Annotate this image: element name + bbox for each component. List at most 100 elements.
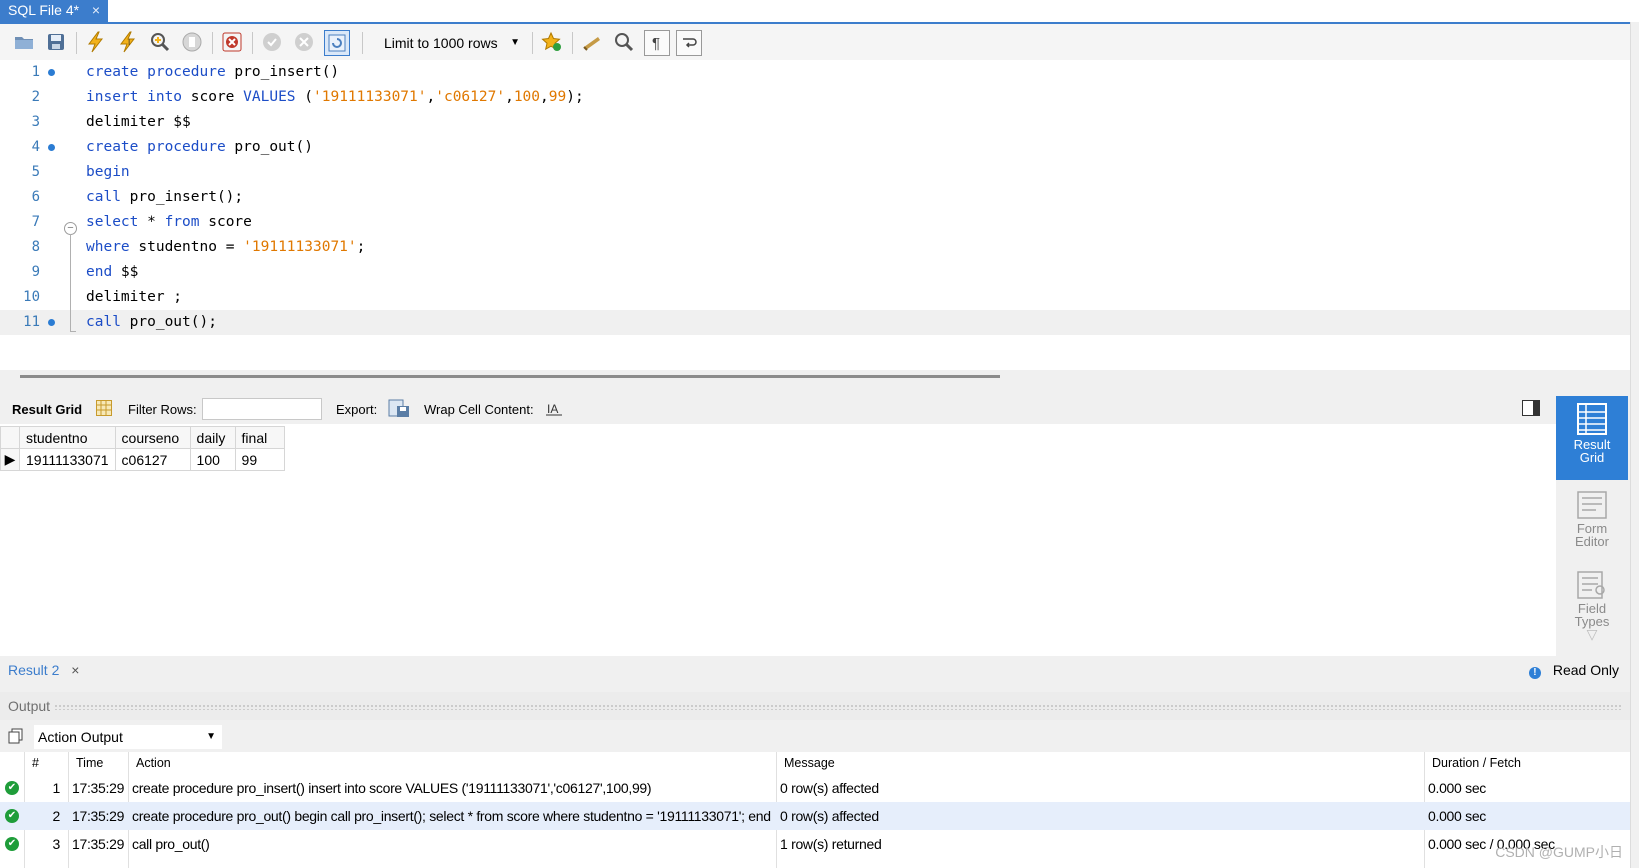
- column-header-courseno[interactable]: courseno: [114, 426, 191, 449]
- table-row[interactable]: ▶ 19111133071 c06127 100 99: [0, 448, 285, 471]
- read-only-label: Read Only: [1552, 662, 1619, 678]
- info-icon: !: [1528, 667, 1541, 679]
- line-number: 2: [31, 89, 40, 105]
- toggle-panel-icon[interactable]: [1522, 400, 1540, 419]
- cell-daily[interactable]: 100: [189, 448, 236, 471]
- code-text: select * from score: [86, 210, 252, 235]
- result-grid-label[interactable]: Result Grid: [12, 402, 82, 417]
- line-number: 4: [31, 139, 40, 155]
- code-line[interactable]: 10 delimiter ;: [0, 285, 1630, 310]
- stop-icon[interactable]: [180, 30, 204, 54]
- output-action-bar: Action Output ▼: [0, 722, 1630, 752]
- table-row[interactable]: ✔ 3 17:35:29 call pro_out() 1 row(s) returne…: [0, 830, 1630, 858]
- find-icon[interactable]: [612, 30, 636, 54]
- chevron-down-icon[interactable]: ▽: [1556, 627, 1628, 641]
- row-action: create procedure pro_out() begin call pr…: [132, 808, 771, 824]
- svg-text:I: I: [128, 38, 130, 47]
- side-label-line2: Editor: [1575, 534, 1609, 549]
- bookmark-icon[interactable]: [540, 30, 564, 54]
- save-icon[interactable]: [44, 30, 68, 54]
- code-token: end: [86, 264, 121, 280]
- limit-rows-select[interactable]: Limit to 1000 rows ▼: [374, 31, 526, 55]
- code-token: pro_out(): [234, 139, 313, 155]
- code-token: select: [86, 214, 148, 230]
- row-message: 0 row(s) affected: [780, 808, 879, 824]
- code-line[interactable]: 2 insert into score VALUES ('19111133071'…: [0, 85, 1630, 110]
- cell-courseno[interactable]: c06127: [114, 448, 191, 471]
- grid-icon[interactable]: [96, 400, 112, 419]
- column-header-number[interactable]: #: [32, 752, 39, 774]
- close-icon[interactable]: ×: [71, 662, 79, 678]
- tab-label: SQL File 4*: [8, 2, 80, 18]
- output-type-select[interactable]: Action Output ▼: [34, 725, 222, 749]
- code-line[interactable]: 7 select * from score: [0, 210, 1630, 235]
- side-field-types-button[interactable]: Field Types ▽: [1556, 570, 1628, 641]
- column-header-daily[interactable]: daily: [189, 426, 236, 449]
- column-header-message[interactable]: Message: [784, 752, 835, 774]
- line-number: 7: [31, 214, 40, 230]
- editor-horizontal-scrollbar[interactable]: [20, 375, 1000, 378]
- line-number: 10: [23, 289, 40, 305]
- line-number: 3: [31, 114, 40, 130]
- table-row[interactable]: ✔ 1 17:35:29 create procedure pro_insert() …: [0, 774, 1630, 802]
- code-text: delimiter ;: [86, 285, 182, 310]
- row-action: create procedure pro_insert() insert int…: [132, 780, 652, 796]
- column-header-action[interactable]: Action: [136, 752, 171, 774]
- code-line[interactable]: 11 call pro_out();: [0, 310, 1630, 335]
- cell-final[interactable]: 99: [234, 448, 285, 471]
- rollback-icon[interactable]: [292, 30, 316, 54]
- side-result-grid-button[interactable]: Result Grid: [1556, 396, 1628, 480]
- output-type-label: Action Output: [38, 729, 123, 745]
- code-line[interactable]: 8 where studentno = '19111133071';: [0, 235, 1630, 260]
- export-icon[interactable]: [388, 398, 410, 421]
- sql-editor[interactable]: 1 create procedure pro_insert() 2 insert in…: [0, 60, 1639, 370]
- code-line[interactable]: 1 create procedure pro_insert(): [0, 60, 1630, 85]
- line-number: 11: [23, 314, 40, 330]
- cell-studentno[interactable]: 19111133071: [19, 448, 116, 471]
- column-header-time[interactable]: Time: [76, 752, 103, 774]
- code-token: ,: [426, 89, 436, 105]
- side-form-editor-button[interactable]: Form Editor: [1556, 490, 1628, 560]
- filter-rows-input[interactable]: [202, 398, 322, 420]
- success-icon: ✔: [5, 809, 19, 823]
- column-header-studentno[interactable]: studentno: [19, 426, 116, 449]
- table-row[interactable]: ✔ 2 17:35:29 create procedure pro_out() beg…: [0, 802, 1630, 830]
- explain-icon[interactable]: [148, 30, 172, 54]
- execute-icon[interactable]: [84, 30, 108, 54]
- execute-current-icon[interactable]: I: [116, 30, 140, 54]
- code-line[interactable]: 5 begin: [0, 160, 1630, 185]
- code-token: create procedure: [86, 139, 235, 155]
- beautify-icon[interactable]: [580, 30, 604, 54]
- autocommit-icon[interactable]: [324, 30, 350, 56]
- code-line[interactable]: 3 delimiter $$: [0, 110, 1630, 135]
- read-only-status: ! Read Only: [1528, 662, 1619, 679]
- wrap-icon[interactable]: [676, 30, 702, 56]
- code-token: insert into: [86, 89, 191, 105]
- wrap-cell-icon[interactable]: IA: [546, 400, 562, 419]
- code-text: insert into score VALUES ('19111133071',…: [86, 85, 584, 110]
- vertical-scrollbar[interactable]: [1630, 22, 1639, 868]
- code-token: 100: [513, 89, 541, 105]
- copy-icon[interactable]: [8, 728, 24, 747]
- chevron-down-icon: ▼: [206, 731, 216, 742]
- code-line[interactable]: 9 end $$: [0, 260, 1630, 285]
- line-number: 5: [31, 164, 40, 180]
- tab-close-icon[interactable]: ×: [92, 0, 100, 20]
- result-grid[interactable]: studentno courseno daily final ▶ 1911113…: [0, 424, 1556, 656]
- code-text: begin: [86, 160, 130, 185]
- column-header-final[interactable]: final: [234, 426, 285, 449]
- code-line[interactable]: 4 create procedure pro_out(): [0, 135, 1630, 160]
- code-text: end $$: [86, 260, 138, 285]
- column-header-duration[interactable]: Duration / Fetch: [1432, 752, 1521, 774]
- code-line[interactable]: 6 call pro_insert();: [0, 185, 1630, 210]
- code-text: create procedure pro_insert(): [86, 60, 339, 85]
- tab-result-2[interactable]: Result 2 ×: [8, 662, 79, 678]
- tab-sql-file-4[interactable]: SQL File 4* ×: [0, 0, 108, 22]
- row-action: call pro_out(): [132, 836, 210, 852]
- row-message: 0 row(s) affected: [780, 780, 879, 796]
- open-folder-icon[interactable]: [12, 30, 36, 54]
- commit-icon[interactable]: [260, 30, 284, 54]
- action-output-table: # Time Action Message Duration / Fetch ✔…: [0, 752, 1630, 868]
- toggle-error-icon[interactable]: [220, 30, 244, 54]
- invisibles-icon[interactable]: ¶: [644, 30, 670, 56]
